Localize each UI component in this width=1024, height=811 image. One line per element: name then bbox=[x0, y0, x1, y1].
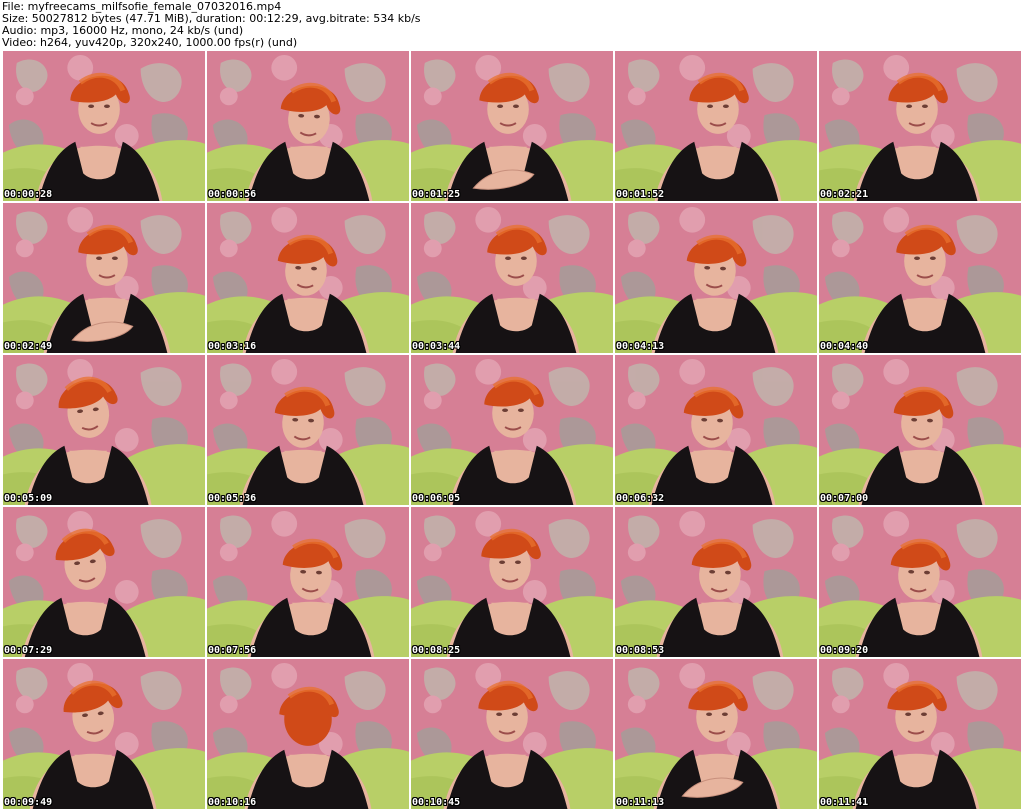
thumbnail-timestamp: 00:05:36 bbox=[208, 493, 257, 504]
thumbnail-grid: 00:00:28 00:00:56 00:01:25 00:01:52 00:0… bbox=[2, 50, 1022, 810]
thumbnail-timestamp: 00:06:32 bbox=[616, 493, 665, 504]
video-thumbnail: 00:02:21 bbox=[818, 50, 1022, 202]
thumbnail-timestamp: 00:04:40 bbox=[820, 341, 869, 352]
thumbnail-timestamp: 00:01:25 bbox=[412, 189, 461, 200]
thumbnail-timestamp: 00:00:28 bbox=[4, 189, 53, 200]
video-thumbnail: 00:02:49 bbox=[2, 202, 206, 354]
video-thumbnail: 00:01:25 bbox=[410, 50, 614, 202]
thumbnail-timestamp: 00:03:16 bbox=[208, 341, 257, 352]
video-thumbnail: 00:08:25 bbox=[410, 506, 614, 658]
thumbnail-timestamp: 00:11:41 bbox=[820, 797, 869, 808]
thumbnail-timestamp: 00:08:53 bbox=[616, 645, 665, 656]
video-thumbnail: 00:09:49 bbox=[2, 658, 206, 810]
thumbnail-timestamp: 00:10:45 bbox=[412, 797, 461, 808]
thumbnail-timestamp: 00:03:44 bbox=[412, 341, 461, 352]
video-thumbnail: 00:00:28 bbox=[2, 50, 206, 202]
thumbnail-timestamp: 00:09:49 bbox=[4, 797, 53, 808]
thumbnail-timestamp: 00:09:20 bbox=[820, 645, 869, 656]
video-thumbnail: 00:11:41 bbox=[818, 658, 1022, 810]
thumbnail-timestamp: 00:02:21 bbox=[820, 189, 869, 200]
video-thumbnail: 00:05:36 bbox=[206, 354, 410, 506]
video-thumbnail: 00:08:53 bbox=[614, 506, 818, 658]
video-thumbnail: 00:07:00 bbox=[818, 354, 1022, 506]
video-thumbnail: 00:09:20 bbox=[818, 506, 1022, 658]
thumbnail-timestamp: 00:07:29 bbox=[4, 645, 53, 656]
video-thumbnail: 00:06:05 bbox=[410, 354, 614, 506]
video-thumbnail: 00:05:09 bbox=[2, 354, 206, 506]
video-thumbnail: 00:11:13 bbox=[614, 658, 818, 810]
video-thumbnail: 00:10:45 bbox=[410, 658, 614, 810]
video-info-line: Video: h264, yuv420p, 320x240, 1000.00 f… bbox=[2, 36, 298, 49]
thumbnail-timestamp: 00:00:56 bbox=[208, 189, 257, 200]
video-thumbnail: 00:03:16 bbox=[206, 202, 410, 354]
thumbnail-timestamp: 00:07:00 bbox=[820, 493, 869, 504]
thumbnail-timestamp: 00:07:56 bbox=[208, 645, 257, 656]
thumbnail-timestamp: 00:06:05 bbox=[412, 493, 461, 504]
video-thumbnail: 00:10:16 bbox=[206, 658, 410, 810]
video-thumbnail: 00:04:40 bbox=[818, 202, 1022, 354]
file-info-header: File: myfreecams_milfsofie_female_070320… bbox=[0, 0, 1024, 50]
video-thumbnail: 00:06:32 bbox=[614, 354, 818, 506]
video-thumbnail: 00:00:56 bbox=[206, 50, 410, 202]
video-thumbnail: 00:03:44 bbox=[410, 202, 614, 354]
video-thumbnail: 00:07:29 bbox=[2, 506, 206, 658]
thumbnail-timestamp: 00:08:25 bbox=[412, 645, 461, 656]
video-thumbnail: 00:01:52 bbox=[614, 50, 818, 202]
video-thumbnail: 00:04:13 bbox=[614, 202, 818, 354]
video-thumbnail: 00:07:56 bbox=[206, 506, 410, 658]
thumbnail-timestamp: 00:01:52 bbox=[616, 189, 665, 200]
thumbnail-timestamp: 00:05:09 bbox=[4, 493, 53, 504]
thumbnail-timestamp: 00:04:13 bbox=[616, 341, 665, 352]
thumbnail-timestamp: 00:02:49 bbox=[4, 341, 53, 352]
thumbnail-timestamp: 00:10:16 bbox=[208, 797, 257, 808]
thumbnail-timestamp: 00:11:13 bbox=[616, 797, 665, 808]
